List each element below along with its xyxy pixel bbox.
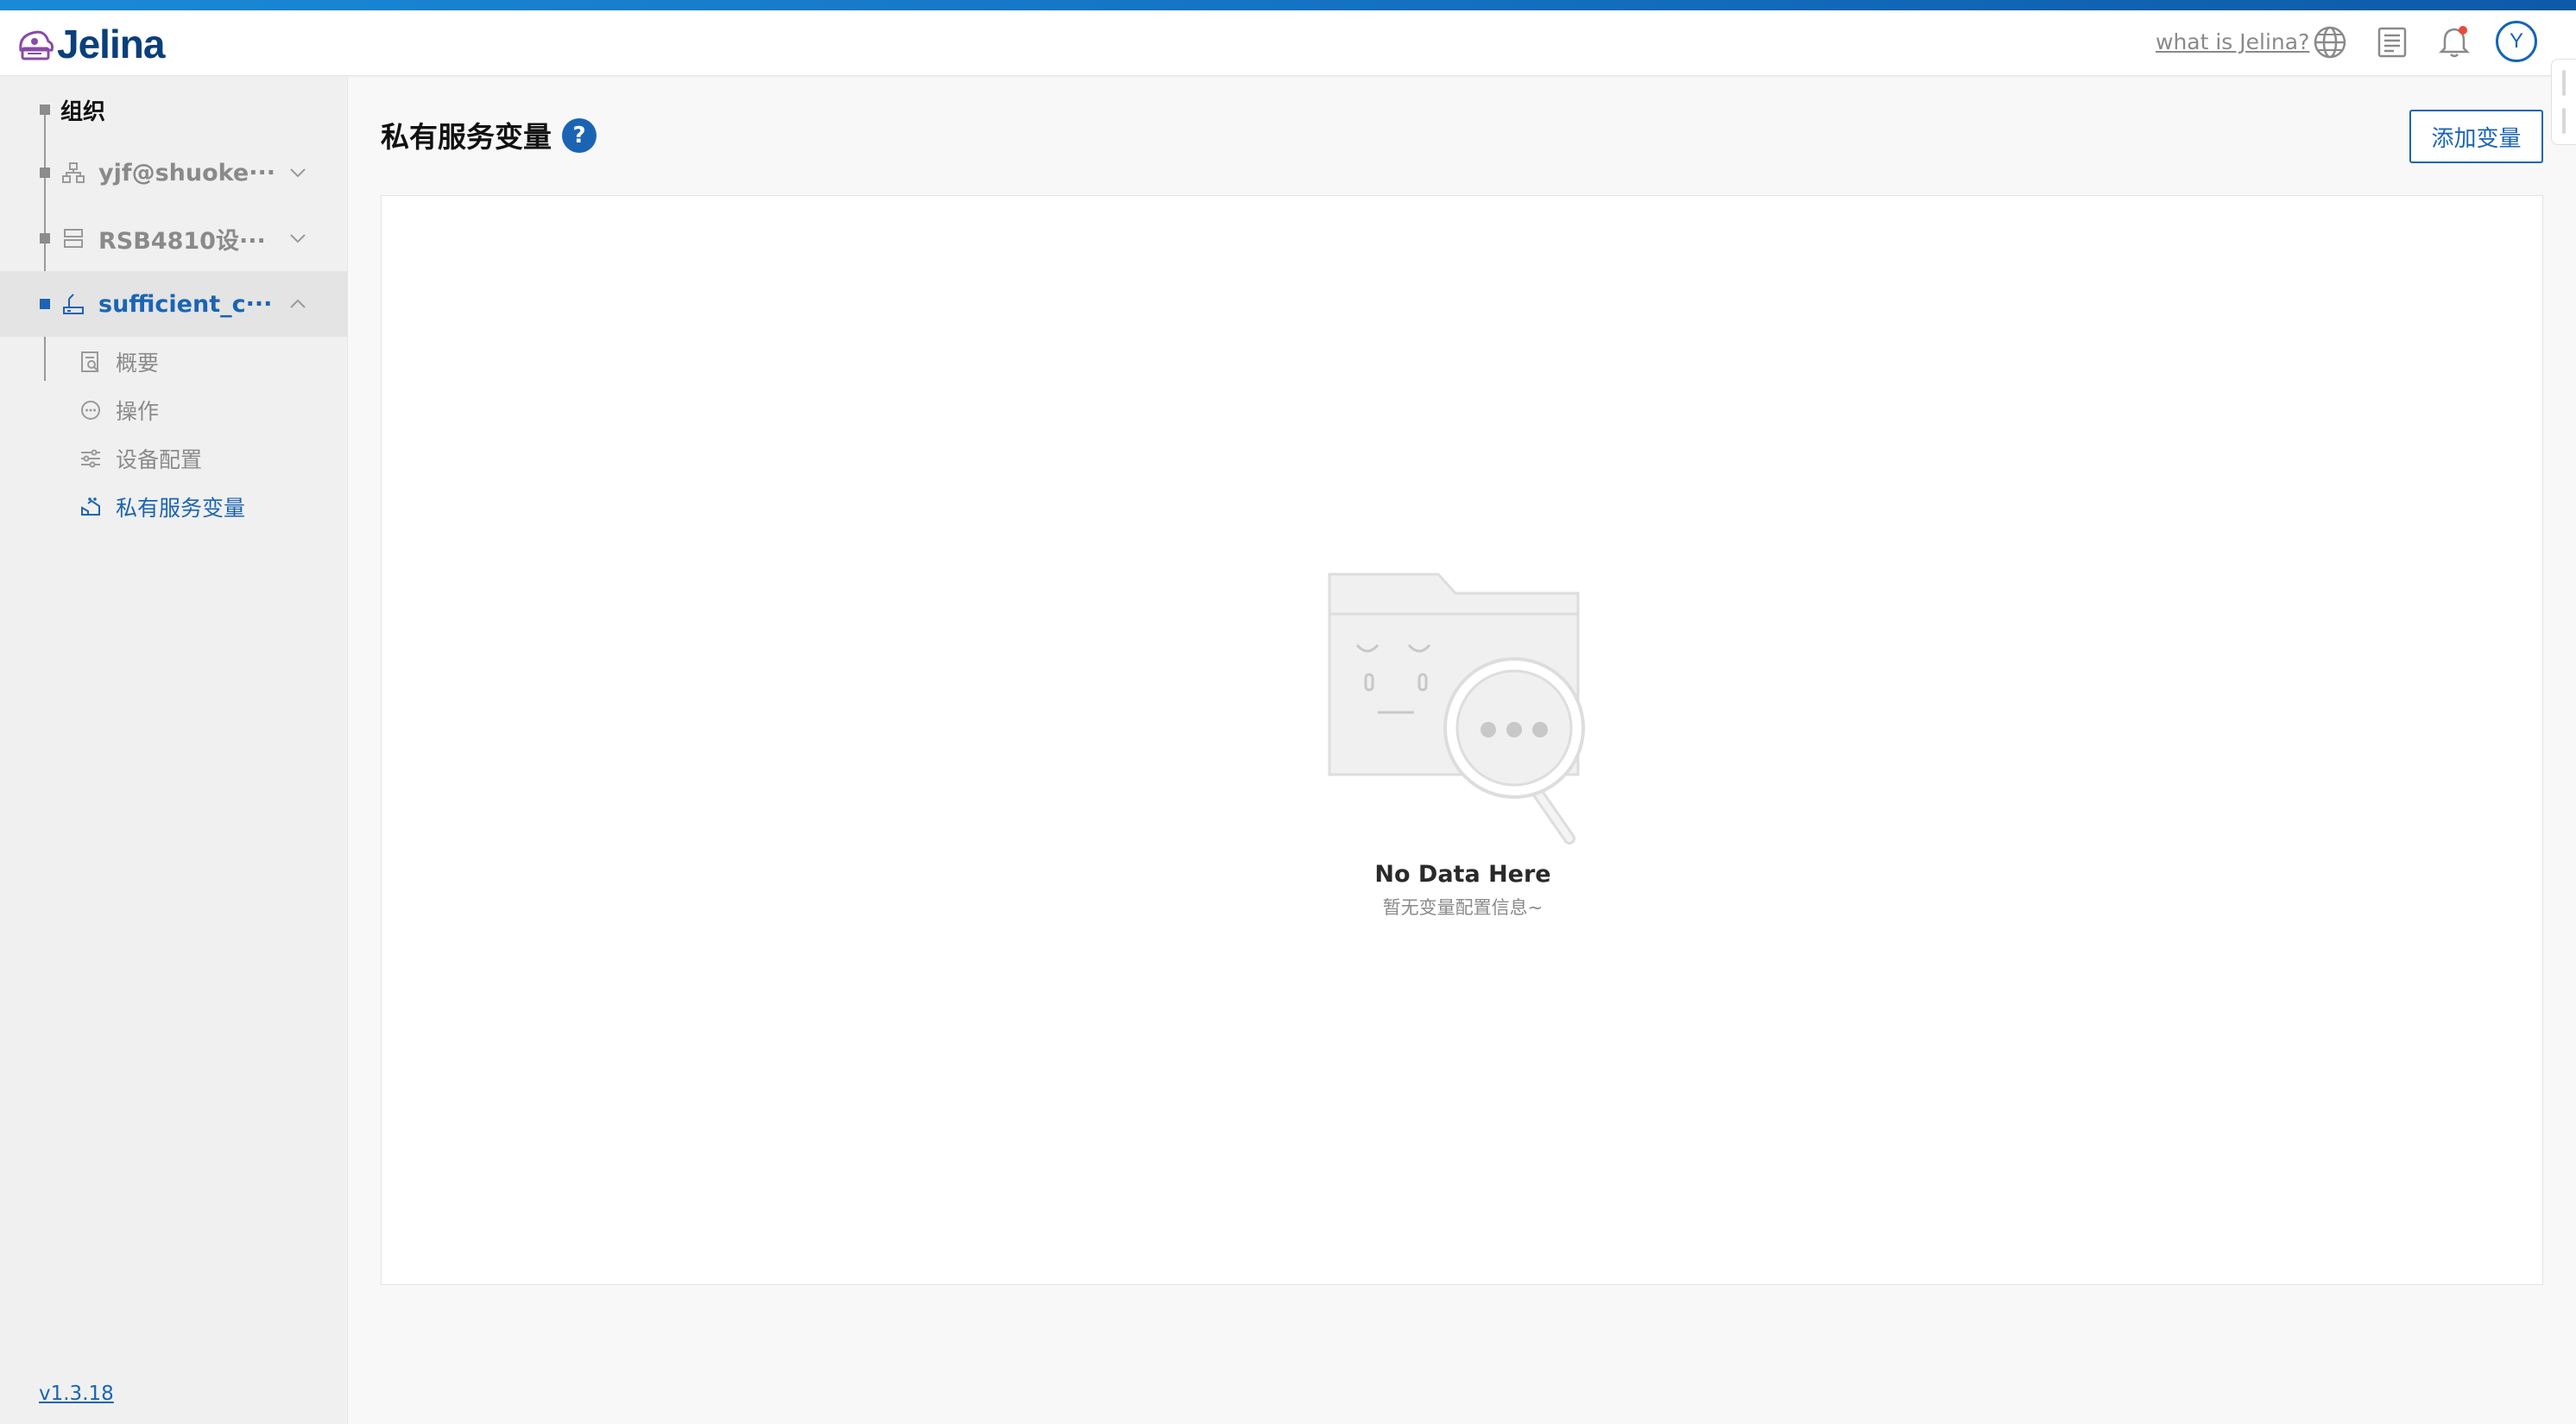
sidebar-item-operation[interactable]: 操作 xyxy=(0,386,348,434)
tree-node-marker xyxy=(40,233,50,244)
version-link[interactable]: v1.3.18 xyxy=(39,1383,114,1405)
sidebar-item-label: 操作 xyxy=(116,399,160,424)
sidebar-item-label: 概要 xyxy=(116,351,160,376)
help-icon[interactable]: ? xyxy=(562,118,597,153)
handle-bar xyxy=(2562,70,2566,96)
tree-node-server[interactable]: RSB4810设··· xyxy=(0,206,348,271)
sidebar-item-overview[interactable]: 概要 xyxy=(0,338,348,386)
sidebar: 组织 yjf@shuoke··· RSB4810设··· sufficient_… xyxy=(0,77,348,1424)
document-icon xyxy=(2377,27,2407,58)
empty-state-title: No Data Here xyxy=(1374,861,1551,888)
tree-node-marker xyxy=(40,104,50,115)
app-window: Jelina what is Jelina? Y 组织 yjf@shuoke··… xyxy=(0,0,2576,1424)
config-icon xyxy=(78,446,104,472)
logo[interactable]: Jelina xyxy=(16,19,165,69)
device-icon xyxy=(60,291,86,317)
docs-button[interactable] xyxy=(2371,21,2414,64)
org-label[interactable]: 组织 xyxy=(60,94,105,126)
tree-node-user[interactable]: yjf@shuoke··· xyxy=(0,140,348,206)
avatar[interactable]: Y xyxy=(2496,21,2537,62)
network-icon xyxy=(60,160,86,186)
tree-node-device[interactable]: sufficient_c··· xyxy=(0,271,348,337)
tree-node-label: yjf@shuoke··· xyxy=(98,159,275,187)
chevron-down-icon[interactable] xyxy=(285,160,311,186)
operation-icon xyxy=(78,397,104,423)
tree-node-marker xyxy=(40,168,50,178)
language-button[interactable] xyxy=(2308,21,2352,64)
empty-folder-search-icon xyxy=(1328,573,1585,845)
header: Jelina what is Jelina? Y xyxy=(0,10,2576,76)
tree-node-label: RSB4810设··· xyxy=(98,227,266,255)
server-icon xyxy=(60,225,86,251)
what-is-jelina-link[interactable]: what is Jelina? xyxy=(2156,29,2309,54)
side-panel-handle[interactable] xyxy=(2551,59,2576,145)
variables-panel: No Data Here 暂无变量配置信息~ xyxy=(381,195,2543,1285)
notifications-button[interactable] xyxy=(2433,21,2476,64)
chevron-up-icon[interactable] xyxy=(285,291,311,317)
sidebar-item-label: 私有服务变量 xyxy=(116,496,246,521)
chevron-down-icon[interactable] xyxy=(285,225,311,251)
logo-icon xyxy=(19,30,54,60)
variable-icon xyxy=(78,494,104,520)
top-accent-bar xyxy=(0,0,2576,10)
notification-badge xyxy=(2459,26,2467,35)
sidebar-item-private-variables[interactable]: 私有服务变量 xyxy=(0,483,348,531)
sidebar-item-label: 设备配置 xyxy=(116,447,203,472)
sidebar-item-device-config[interactable]: 设备配置 xyxy=(0,434,348,483)
tree-node-label: sufficient_c··· xyxy=(98,290,273,318)
page-title: 私有服务变量 xyxy=(381,120,552,154)
add-variable-button[interactable]: 添加变量 xyxy=(2409,110,2543,163)
overview-icon xyxy=(78,349,104,375)
logo-text: Jelina xyxy=(57,22,165,66)
globe-icon xyxy=(2314,26,2346,59)
tree-node-marker xyxy=(40,299,50,309)
empty-state-description: 暂无变量配置信息~ xyxy=(1382,897,1544,918)
handle-bar xyxy=(2562,108,2566,134)
